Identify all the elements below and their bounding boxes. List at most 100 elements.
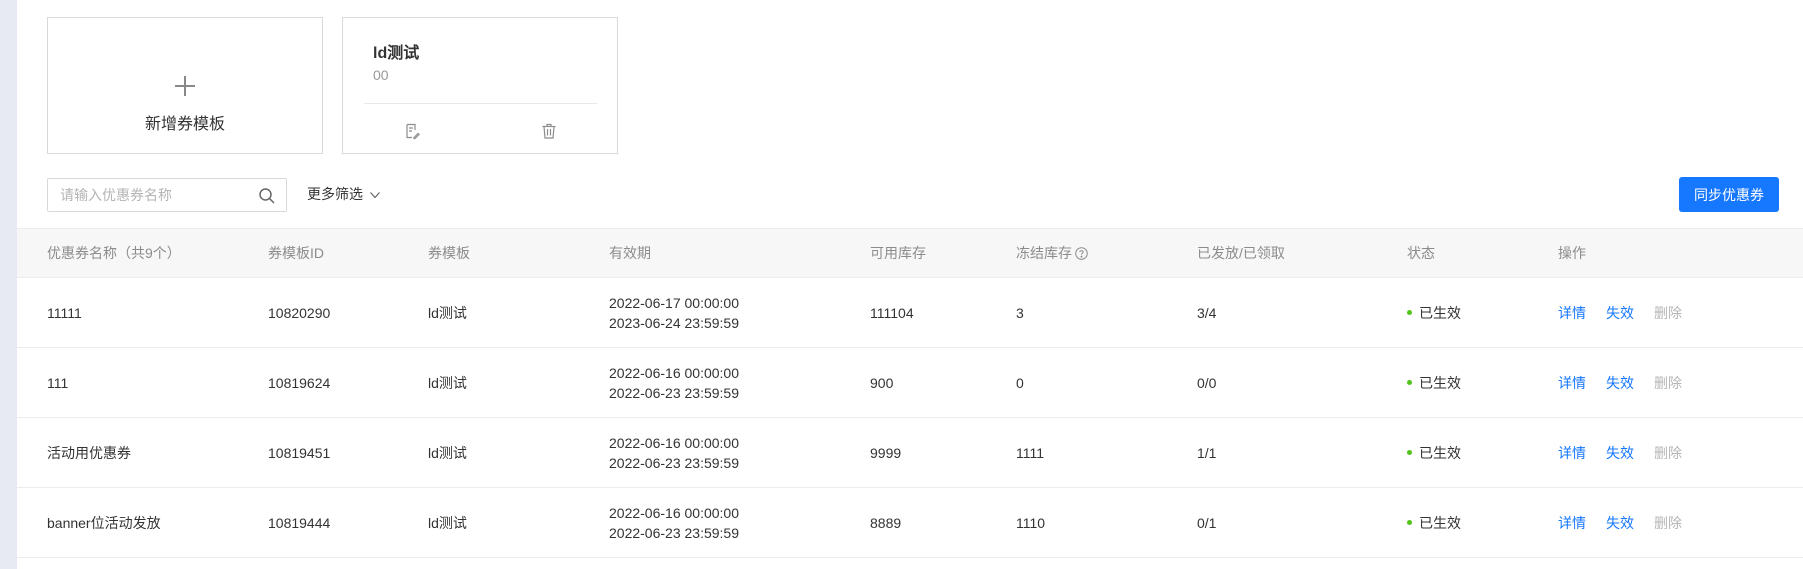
coupon-search-box	[47, 178, 287, 212]
table-row: 活动用优惠券 10819451 ld测试 2022-06-16 00:00:00…	[17, 418, 1803, 488]
validity-period: 2022-06-16 00:00:00 2022-06-23 23:59:59	[609, 348, 739, 417]
period-end: 2022-06-23 23:59:59	[609, 524, 739, 541]
delete-link[interactable]: 删除	[1654, 303, 1682, 323]
template-name: ld测试	[428, 514, 467, 531]
period-end: 2022-06-23 23:59:59	[609, 384, 739, 401]
status-cell: 已生效	[1407, 348, 1461, 417]
issued-received: 1/1	[1197, 444, 1217, 461]
add-template-label: 新增券模板	[144, 116, 225, 133]
template-name: ld测试	[428, 374, 467, 391]
coupon-name: banner位活动发放	[47, 514, 161, 531]
row-actions: 详情 失效 删除	[1558, 348, 1682, 417]
more-filter-label: 更多筛选	[307, 186, 363, 202]
template-id: 10819624	[268, 374, 331, 391]
invalidate-link[interactable]: 失效	[1606, 443, 1634, 463]
invalidate-link[interactable]: 失效	[1606, 373, 1634, 393]
available-stock: 900	[870, 374, 894, 391]
status-cell: 已生效	[1407, 418, 1461, 487]
question-circle-icon[interactable]	[1075, 231, 1088, 260]
header-frozen-stock-cell: 冻结库存	[1016, 229, 1088, 277]
frozen-stock: 1110	[1016, 514, 1046, 531]
header-issued-received: 已发放/已领取	[1197, 245, 1285, 261]
header-actions: 操作	[1558, 245, 1586, 261]
table-row: 111 10819624 ld测试 2022-06-16 00:00:00 20…	[17, 348, 1803, 418]
status-dot	[1407, 520, 1412, 525]
validity-period: 2022-06-16 00:00:00 2022-06-23 23:59:59	[609, 418, 739, 487]
period-end: 2022-06-23 23:59:59	[609, 454, 739, 471]
delete-link[interactable]: 删除	[1654, 513, 1682, 533]
status-dot	[1407, 450, 1412, 455]
template-name: ld测试	[373, 45, 420, 62]
trash-icon[interactable]	[537, 119, 561, 143]
issued-received: 3/4	[1197, 304, 1217, 321]
available-stock: 8889	[870, 514, 902, 531]
header-template: 券模板	[428, 245, 470, 261]
left-sidebar-strip	[0, 0, 17, 569]
detail-link[interactable]: 详情	[1558, 513, 1586, 533]
template-divider	[364, 103, 597, 104]
header-status: 状态	[1407, 245, 1435, 261]
status-dot	[1407, 310, 1412, 315]
coupon-management-page: 新增券模板 ld测试 00 更多筛选	[17, 0, 1803, 569]
template-actions	[343, 118, 617, 144]
template-id: 10819451	[268, 444, 331, 461]
period-start: 2022-06-16 00:00:00	[609, 504, 739, 521]
detail-link[interactable]: 详情	[1558, 303, 1586, 323]
coupon-search-input[interactable]	[48, 179, 248, 211]
period-start: 2022-06-16 00:00:00	[609, 364, 739, 381]
template-id: 10820290	[268, 304, 331, 321]
table-row: banner位活动发放 10819444 ld测试 2022-06-16 00:…	[17, 488, 1803, 558]
status-dot	[1407, 380, 1412, 385]
coupon-name: 11111	[47, 304, 82, 321]
template-name: ld测试	[428, 304, 467, 321]
issued-received: 0/0	[1197, 374, 1217, 391]
invalidate-link[interactable]: 失效	[1606, 513, 1634, 533]
available-stock: 9999	[870, 444, 902, 461]
header-frozen-stock: 冻结库存	[1016, 245, 1072, 261]
period-start: 2022-06-16 00:00:00	[609, 434, 739, 451]
template-description: 00	[373, 67, 389, 83]
template-card: ld测试 00	[342, 17, 618, 154]
frozen-stock: 3	[1016, 304, 1024, 321]
frozen-stock: 1111	[1016, 444, 1045, 461]
period-end: 2023-06-24 23:59:59	[609, 314, 739, 331]
invalidate-link[interactable]: 失效	[1606, 303, 1634, 323]
header-template-id: 券模板ID	[268, 245, 324, 261]
issued-received: 0/1	[1197, 514, 1217, 531]
plus-icon	[48, 70, 322, 104]
available-stock: 111104	[870, 304, 914, 321]
status-cell: 已生效	[1407, 278, 1461, 347]
add-template-card[interactable]: 新增券模板	[47, 17, 323, 154]
status-badge: 已生效	[1419, 444, 1461, 461]
status-badge: 已生效	[1419, 304, 1461, 321]
chevron-down-icon	[369, 188, 381, 200]
status-badge: 已生效	[1419, 374, 1461, 391]
coupon-name: 活动用优惠券	[47, 444, 131, 461]
validity-period: 2022-06-16 00:00:00 2022-06-23 23:59:59	[609, 488, 739, 557]
status-badge: 已生效	[1419, 514, 1461, 531]
more-filter-dropdown[interactable]: 更多筛选	[307, 184, 381, 204]
header-available-stock: 可用库存	[870, 245, 926, 261]
detail-link[interactable]: 详情	[1558, 373, 1586, 393]
period-start: 2022-06-17 00:00:00	[609, 294, 739, 311]
detail-link[interactable]: 详情	[1558, 443, 1586, 463]
row-actions: 详情 失效 删除	[1558, 488, 1682, 557]
coupon-table: 优惠券名称（共9个） 券模板ID 券模板 有效期 可用库存 冻结库存 已发放/已…	[17, 228, 1803, 558]
template-name: ld测试	[428, 444, 467, 461]
row-actions: 详情 失效 删除	[1558, 418, 1682, 487]
table-row: 11111 10820290 ld测试 2022-06-17 00:00:00 …	[17, 278, 1803, 348]
row-actions: 详情 失效 删除	[1558, 278, 1682, 347]
validity-period: 2022-06-17 00:00:00 2023-06-24 23:59:59	[609, 278, 739, 347]
delete-link[interactable]: 删除	[1654, 373, 1682, 393]
table-header: 优惠券名称（共9个） 券模板ID 券模板 有效期 可用库存 冻结库存 已发放/已…	[17, 228, 1803, 278]
frozen-stock: 0	[1016, 374, 1024, 391]
template-id: 10819444	[268, 514, 331, 531]
header-validity-period: 有效期	[609, 245, 651, 261]
delete-link[interactable]: 删除	[1654, 443, 1682, 463]
status-cell: 已生效	[1407, 488, 1461, 557]
coupon-name: 111	[47, 374, 69, 391]
sync-coupons-button[interactable]: 同步优惠券	[1679, 177, 1779, 212]
header-coupon-name: 优惠券名称（共9个）	[47, 245, 181, 261]
edit-icon[interactable]	[400, 119, 424, 143]
search-icon[interactable]	[258, 187, 276, 205]
